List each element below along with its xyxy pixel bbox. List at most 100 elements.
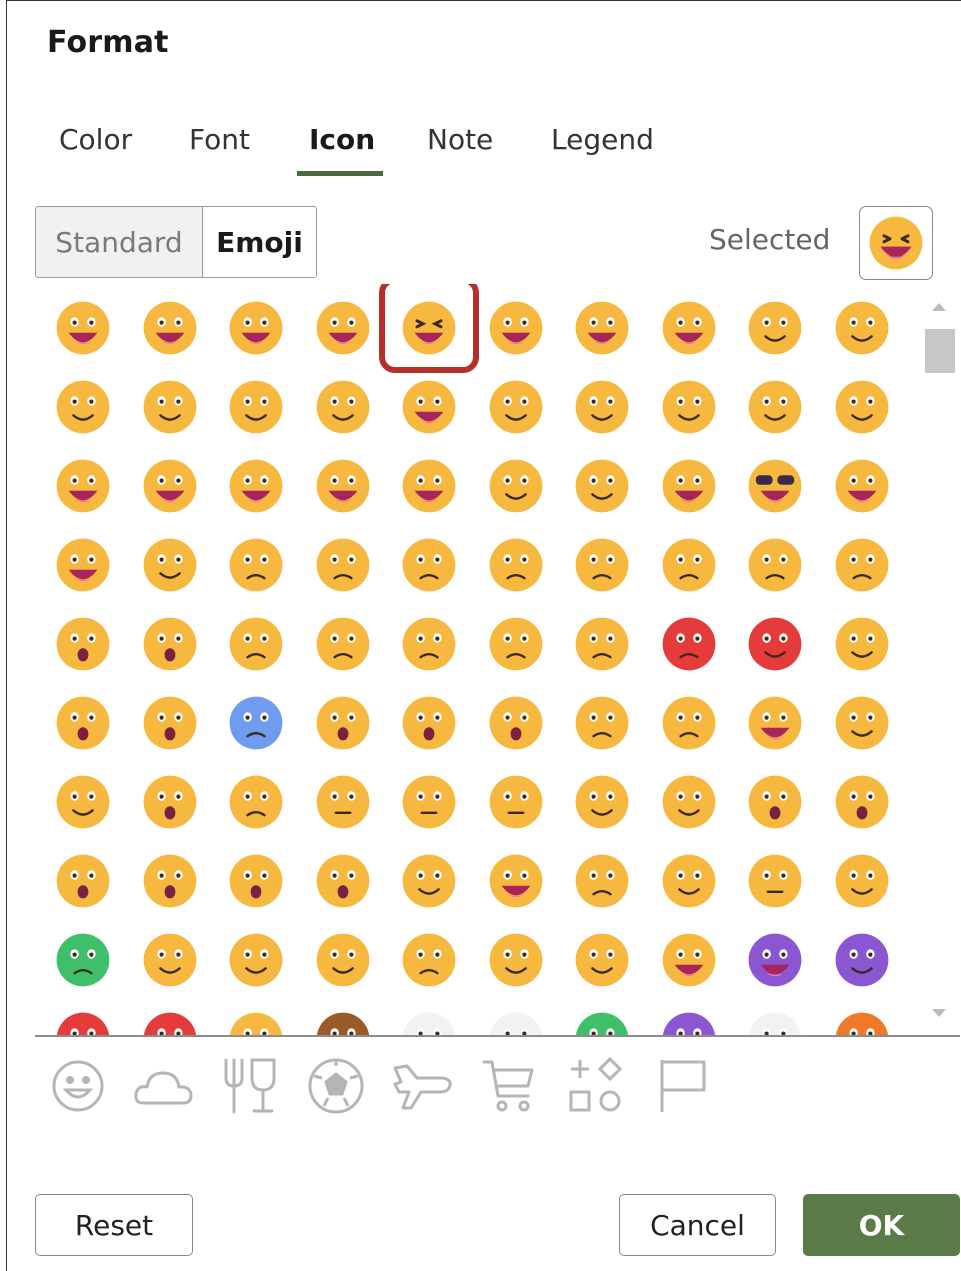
- rolling-eyes-emoji[interactable]: [649, 762, 729, 842]
- pleading-emoji[interactable]: [216, 604, 296, 684]
- fork-and-glass-icon[interactable]: [217, 1051, 283, 1121]
- symbols-icon[interactable]: [563, 1051, 629, 1121]
- ok-button[interactable]: OK: [803, 1194, 960, 1256]
- ogre-emoji[interactable]: [43, 999, 123, 1036]
- smiling-devil-emoji[interactable]: [735, 920, 815, 1000]
- alien-emoji[interactable]: [562, 999, 642, 1036]
- steam-from-nose-emoji[interactable]: [476, 604, 556, 684]
- neutral-emoji[interactable]: [389, 762, 469, 842]
- smiley-icon[interactable]: [45, 1051, 111, 1121]
- worried-emoji[interactable]: [476, 525, 556, 605]
- zipper-mouth-emoji[interactable]: [735, 841, 815, 921]
- expressionless-emoji[interactable]: [476, 762, 556, 842]
- confounded-emoji[interactable]: [822, 525, 902, 605]
- emoji-button[interactable]: Emoji: [203, 207, 316, 277]
- beaming-face-emoji[interactable]: [303, 288, 383, 368]
- partying-face-emoji[interactable]: [43, 525, 123, 605]
- grimacing-emoji[interactable]: [562, 762, 642, 842]
- upside-down-emoji[interactable]: [130, 367, 210, 447]
- nauseated-emoji[interactable]: [43, 920, 123, 1000]
- scroll-down-arrow[interactable]: [932, 1009, 946, 1017]
- tired-emoji[interactable]: [43, 604, 123, 684]
- lying-emoji[interactable]: [216, 762, 296, 842]
- heart-eyes-emoji[interactable]: [389, 367, 469, 447]
- no-mouth-emoji[interactable]: [303, 762, 383, 842]
- savoring-food-emoji[interactable]: [43, 446, 123, 526]
- angry-devil-emoji[interactable]: [822, 920, 902, 1000]
- pile-of-poo-emoji[interactable]: [303, 999, 383, 1036]
- exploding-head-emoji[interactable]: [822, 604, 902, 684]
- clown-emoji[interactable]: [216, 999, 296, 1036]
- winking-tongue-emoji[interactable]: [303, 446, 383, 526]
- unamused-emoji[interactable]: [216, 525, 296, 605]
- alien-monster-emoji[interactable]: [649, 999, 729, 1036]
- zany-face-emoji[interactable]: [389, 446, 469, 526]
- grinning-big-eyes-emoji[interactable]: [130, 288, 210, 368]
- grinning-face-emoji[interactable]: [43, 288, 123, 368]
- thermometer-emoji[interactable]: [389, 920, 469, 1000]
- cursing-emoji[interactable]: [735, 604, 815, 684]
- sad-relieved-emoji[interactable]: [562, 683, 642, 763]
- angry-emoji[interactable]: [562, 604, 642, 684]
- smirking-emoji[interactable]: [130, 525, 210, 605]
- cancel-button[interactable]: Cancel: [619, 1194, 776, 1256]
- pouting-emoji[interactable]: [649, 604, 729, 684]
- smiling-eyes-emoji[interactable]: [735, 288, 815, 368]
- kissing-face-emoji[interactable]: [649, 367, 729, 447]
- confused-emoji[interactable]: [562, 525, 642, 605]
- reset-button[interactable]: Reset: [35, 1194, 193, 1256]
- ghost-emoji[interactable]: [389, 999, 469, 1036]
- cowboy-emoji[interactable]: [649, 920, 729, 1000]
- tab-legend[interactable]: Legend: [551, 123, 654, 156]
- woozy-emoji[interactable]: [822, 841, 902, 921]
- loudly-crying-emoji[interactable]: [389, 604, 469, 684]
- robot-emoji[interactable]: [735, 999, 815, 1036]
- screaming-emoji[interactable]: [303, 683, 383, 763]
- halo-emoji[interactable]: [822, 288, 902, 368]
- relieved-emoji[interactable]: [303, 367, 383, 447]
- hugging-emoji[interactable]: [735, 683, 815, 763]
- anguished-emoji[interactable]: [130, 841, 210, 921]
- raised-eyebrow-emoji[interactable]: [476, 446, 556, 526]
- cold-face-emoji[interactable]: [216, 683, 296, 763]
- kissing-smiling-eyes-emoji[interactable]: [735, 367, 815, 447]
- disappointed-emoji[interactable]: [303, 525, 383, 605]
- hot-face-emoji[interactable]: [130, 683, 210, 763]
- tears-of-joy-emoji[interactable]: [649, 288, 729, 368]
- tongue-out-emoji[interactable]: [130, 446, 210, 526]
- standard-button[interactable]: Standard: [36, 207, 203, 277]
- drooling-emoji[interactable]: [476, 841, 556, 921]
- yawning-emoji[interactable]: [303, 841, 383, 921]
- frowning-open-mouth-emoji[interactable]: [216, 841, 296, 921]
- squinting-tongue-emoji[interactable]: [216, 446, 296, 526]
- tab-icon[interactable]: Icon: [309, 123, 375, 156]
- shopping-cart-icon[interactable]: [477, 1051, 543, 1121]
- sneezing-emoji[interactable]: [216, 920, 296, 1000]
- open-mouth-emoji[interactable]: [822, 762, 902, 842]
- nerd-face-emoji[interactable]: [649, 446, 729, 526]
- sleepy-emoji[interactable]: [562, 841, 642, 921]
- soccer-ball-icon[interactable]: [303, 1051, 369, 1121]
- pensive-emoji[interactable]: [389, 525, 469, 605]
- tab-color[interactable]: Color: [59, 123, 132, 156]
- flushed-emoji[interactable]: [43, 683, 123, 763]
- kissing-closed-eyes-emoji[interactable]: [822, 367, 902, 447]
- sleeping-emoji[interactable]: [389, 841, 469, 921]
- plane-icon[interactable]: [391, 1051, 457, 1121]
- crying-emoji[interactable]: [303, 604, 383, 684]
- tab-font[interactable]: Font: [189, 123, 250, 156]
- grinning-smiling-eyes-emoji[interactable]: [216, 288, 296, 368]
- tab-note[interactable]: Note: [427, 123, 493, 156]
- scrollbar[interactable]: [923, 299, 955, 1019]
- grinning-sweat-emoji[interactable]: [476, 288, 556, 368]
- shushing-emoji[interactable]: [130, 762, 210, 842]
- money-mouth-emoji[interactable]: [562, 920, 642, 1000]
- sunglasses-emoji[interactable]: [735, 446, 815, 526]
- astonished-emoji[interactable]: [43, 841, 123, 921]
- vomiting-emoji[interactable]: [130, 920, 210, 1000]
- slightly-smiling-emoji[interactable]: [43, 367, 123, 447]
- downcast-sweat-emoji[interactable]: [649, 683, 729, 763]
- hushed-emoji[interactable]: [735, 762, 815, 842]
- thinking-emoji[interactable]: [822, 683, 902, 763]
- scroll-up-arrow[interactable]: [932, 303, 946, 311]
